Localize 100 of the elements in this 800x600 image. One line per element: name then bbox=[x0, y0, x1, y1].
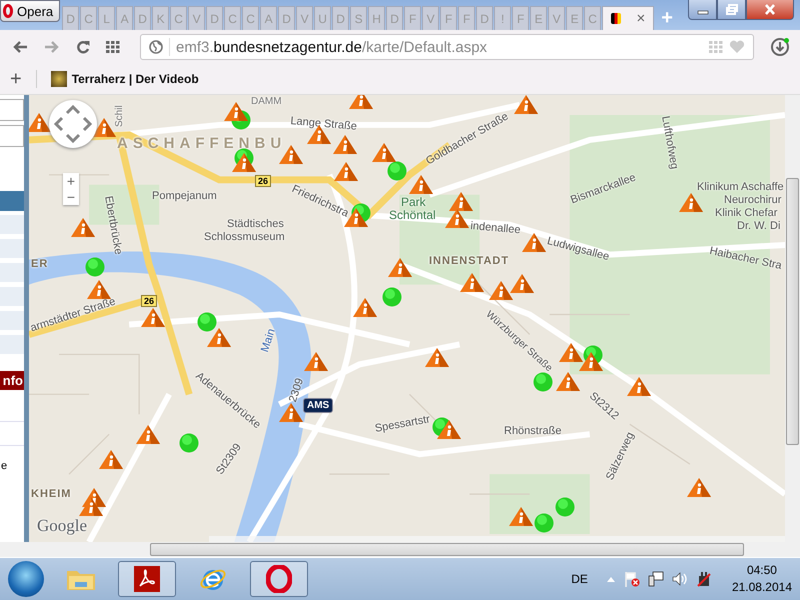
info-marker-icon[interactable] bbox=[71, 218, 95, 237]
info-marker-icon[interactable] bbox=[579, 352, 603, 371]
info-marker-icon[interactable] bbox=[372, 143, 396, 162]
info-marker-icon[interactable] bbox=[425, 348, 449, 367]
power-plug-icon[interactable] bbox=[696, 571, 712, 587]
browser-tab[interactable]: F bbox=[458, 6, 476, 30]
browser-tab[interactable]: F bbox=[512, 6, 530, 30]
map-dot-icon[interactable] bbox=[179, 433, 199, 453]
browser-tab[interactable]: D bbox=[134, 6, 152, 30]
info-marker-icon[interactable] bbox=[388, 258, 412, 277]
new-tab-button[interactable]: + bbox=[655, 6, 680, 30]
browser-tab[interactable]: D bbox=[62, 6, 80, 30]
info-marker-icon[interactable] bbox=[510, 274, 534, 293]
browser-tab[interactable]: D bbox=[386, 6, 404, 30]
browser-tab[interactable]: D bbox=[278, 6, 296, 30]
restore-button[interactable] bbox=[717, 0, 746, 20]
info-marker-icon[interactable] bbox=[224, 102, 248, 121]
speaker-icon[interactable] bbox=[672, 572, 688, 586]
map-dot-icon[interactable] bbox=[197, 312, 217, 332]
info-marker-icon[interactable] bbox=[409, 175, 433, 194]
vertical-scrollbar[interactable] bbox=[785, 95, 800, 542]
close-button[interactable] bbox=[746, 0, 794, 20]
taskbar-app[interactable] bbox=[250, 561, 308, 597]
map-dot-icon[interactable] bbox=[534, 513, 554, 533]
browser-tab[interactable]: F bbox=[404, 6, 422, 30]
info-marker-icon[interactable] bbox=[559, 343, 583, 362]
info-marker-icon[interactable] bbox=[232, 153, 256, 172]
browser-tab[interactable]: U bbox=[314, 6, 332, 30]
browser-tab[interactable]: S bbox=[350, 6, 368, 30]
info-marker-icon[interactable] bbox=[449, 192, 473, 211]
browser-tab[interactable]: D bbox=[206, 6, 224, 30]
info-marker-icon[interactable] bbox=[141, 308, 165, 327]
browser-tab[interactable]: A bbox=[116, 6, 134, 30]
info-marker-icon[interactable] bbox=[334, 162, 358, 181]
back-icon[interactable] bbox=[12, 40, 28, 54]
browser-tab[interactable]: × bbox=[602, 6, 654, 30]
info-marker-icon[interactable] bbox=[687, 478, 711, 497]
info-marker-icon[interactable] bbox=[627, 377, 651, 396]
start-button[interactable] bbox=[8, 561, 44, 597]
info-marker-icon[interactable] bbox=[353, 298, 377, 317]
scrollbar-thumb[interactable] bbox=[786, 178, 799, 445]
info-marker-icon[interactable] bbox=[29, 113, 51, 132]
speed-dial-icon[interactable] bbox=[106, 41, 120, 53]
flag-warning-icon[interactable] bbox=[624, 571, 640, 587]
info-marker-icon[interactable] bbox=[304, 352, 328, 371]
map-dot-icon[interactable] bbox=[85, 257, 105, 277]
info-marker-icon[interactable] bbox=[556, 372, 580, 391]
map-dot-icon[interactable] bbox=[387, 161, 407, 181]
info-marker-icon[interactable] bbox=[349, 95, 373, 109]
info-button[interactable]: nfo bbox=[0, 371, 24, 390]
info-marker-icon[interactable] bbox=[279, 403, 303, 422]
info-marker-icon[interactable] bbox=[489, 281, 513, 300]
map-dot-icon[interactable] bbox=[382, 287, 402, 307]
browser-tab[interactable]: A bbox=[260, 6, 278, 30]
browser-tab[interactable]: F bbox=[440, 6, 458, 30]
browser-tab[interactable]: V bbox=[422, 6, 440, 30]
language-indicator[interactable]: DE bbox=[571, 572, 588, 586]
browser-tab[interactable]: C bbox=[242, 6, 260, 30]
info-marker-icon[interactable] bbox=[99, 450, 123, 469]
zoom-in-button[interactable]: + bbox=[63, 173, 79, 189]
info-marker-icon[interactable] bbox=[333, 135, 357, 154]
browser-tab[interactable]: L bbox=[98, 6, 116, 30]
info-marker-icon[interactable] bbox=[79, 497, 103, 516]
browser-tab[interactable]: E bbox=[566, 6, 584, 30]
info-marker-icon[interactable] bbox=[445, 209, 469, 228]
browser-tab[interactable]: D bbox=[332, 6, 350, 30]
map-dot-icon[interactable] bbox=[555, 497, 575, 517]
horizontal-scrollbar[interactable] bbox=[0, 542, 800, 557]
scrollbar-thumb[interactable] bbox=[150, 543, 744, 556]
minimize-button[interactable] bbox=[688, 0, 717, 20]
input-field[interactable] bbox=[0, 99, 24, 121]
browser-tab[interactable]: V bbox=[296, 6, 314, 30]
browser-tab[interactable]: V bbox=[548, 6, 566, 30]
browser-tab[interactable]: C bbox=[80, 6, 98, 30]
tab-close-button[interactable]: × bbox=[636, 6, 646, 30]
browser-tab[interactable]: C bbox=[584, 6, 602, 30]
info-marker-icon[interactable] bbox=[522, 233, 546, 252]
info-marker-icon[interactable] bbox=[514, 95, 538, 114]
station-badge[interactable]: AMS bbox=[303, 398, 334, 413]
bookmark-item[interactable]: Terraherz | Der Videob bbox=[50, 71, 199, 87]
browser-tab[interactable]: C bbox=[224, 6, 242, 30]
opera-menu-button[interactable]: Opera bbox=[0, 0, 60, 22]
info-marker-icon[interactable] bbox=[509, 507, 533, 526]
info-marker-icon[interactable] bbox=[136, 425, 160, 444]
map-dot-icon[interactable] bbox=[533, 372, 553, 392]
zoom-out-button[interactable]: − bbox=[63, 189, 79, 205]
info-marker-icon[interactable] bbox=[679, 193, 703, 212]
reload-icon[interactable] bbox=[76, 40, 90, 54]
download-icon[interactable] bbox=[770, 37, 790, 57]
browser-tab[interactable]: D bbox=[476, 6, 494, 30]
browser-tab[interactable]: V bbox=[188, 6, 206, 30]
info-marker-icon[interactable] bbox=[279, 145, 303, 164]
browser-tab[interactable]: C bbox=[170, 6, 188, 30]
info-marker-icon[interactable] bbox=[460, 273, 484, 292]
input-field[interactable] bbox=[0, 125, 24, 147]
info-marker-icon[interactable] bbox=[87, 280, 111, 299]
taskbar-app[interactable] bbox=[118, 561, 176, 597]
browser-tab[interactable]: ! bbox=[494, 6, 512, 30]
info-marker-icon[interactable] bbox=[207, 328, 231, 347]
browser-tab[interactable]: E bbox=[530, 6, 548, 30]
